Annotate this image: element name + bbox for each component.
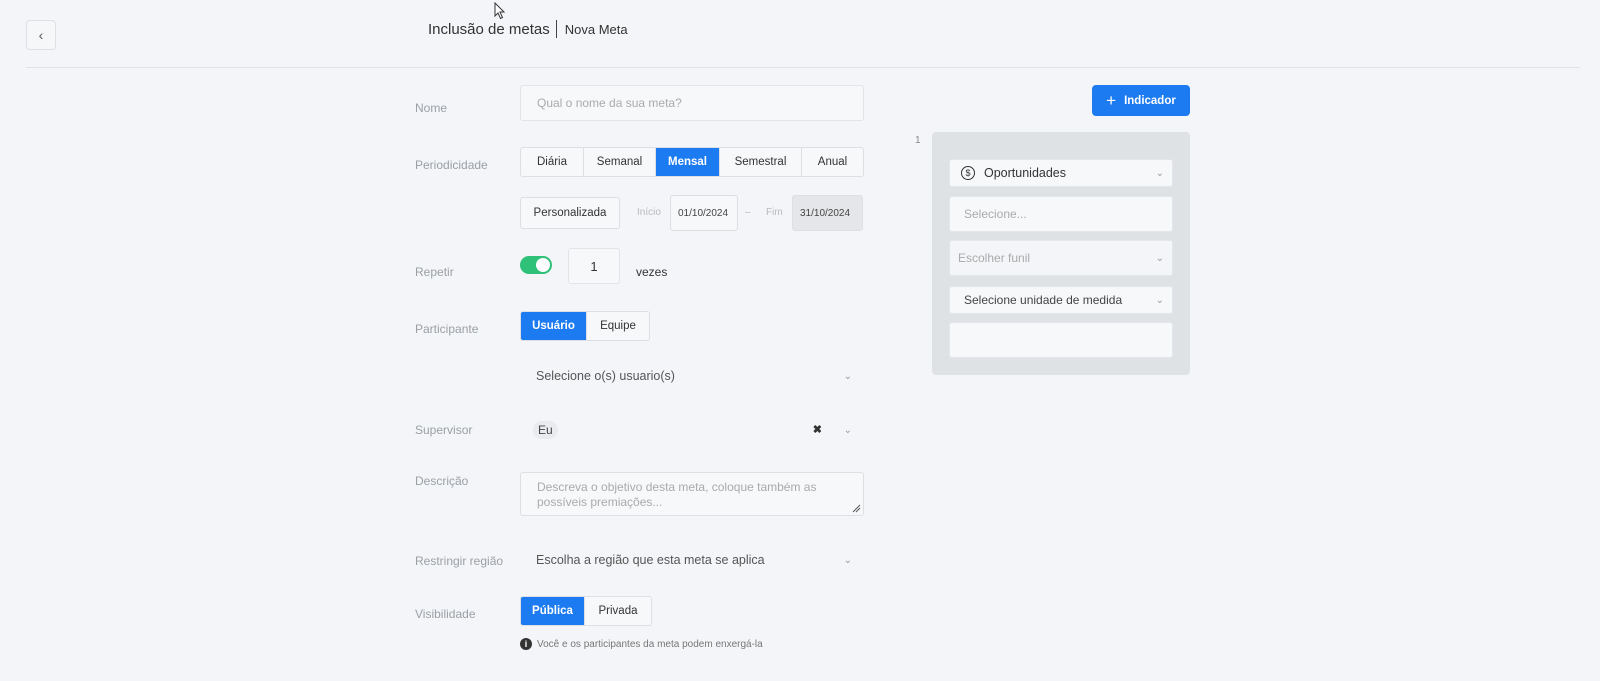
visibilidade-label: Visibilidade (415, 607, 476, 621)
regiao-select[interactable]: Escolha a região que esta meta se aplica… (520, 542, 864, 578)
chevron-down-icon: ⌄ (1155, 294, 1164, 306)
visibilidade-hint: i Você e os participantes da meta podem … (520, 638, 763, 650)
participante-selector: Usuário Equipe (520, 311, 650, 341)
visibilidade-selector: Pública Privada (520, 596, 652, 626)
back-button[interactable]: ‹ (26, 20, 56, 50)
info-icon: i (520, 638, 532, 650)
usuarios-select[interactable]: Selecione o(s) usuario(s) ⌄ (520, 358, 864, 394)
breadcrumb: Inclusão de metas Nova Meta (428, 20, 628, 38)
periodicidade-selector: Diária Semanal Mensal Semestral Anual (520, 147, 864, 177)
indicator-panel: $ Oportunidades ⌄ Selecione... Escolher … (932, 132, 1190, 375)
chevron-down-icon: ⌄ (1155, 252, 1164, 264)
repetir-label: Repetir (415, 265, 454, 279)
usuarios-select-placeholder: Selecione o(s) usuario(s) (536, 369, 675, 383)
regiao-label: Restringir região (415, 554, 504, 568)
page-subtitle: Nova Meta (564, 21, 628, 37)
start-date-input[interactable]: 01/10/2024 (670, 195, 738, 231)
supervisor-label: Supervisor (415, 423, 473, 437)
indicator-type-select[interactable]: $ Oportunidades ⌄ (949, 159, 1173, 187)
personalizada-button[interactable]: Personalizada (520, 197, 620, 229)
period-option-diaria[interactable]: Diária (521, 148, 584, 176)
breadcrumb-separator (555, 20, 557, 38)
chevron-down-icon: ⌄ (1155, 167, 1164, 179)
add-indicator-button[interactable]: + Indicador (1092, 85, 1190, 116)
unit-select[interactable]: Selecione unidade de medida ⌄ (949, 286, 1173, 314)
mouse-cursor-icon (494, 2, 506, 20)
indicator-index: 1 (915, 135, 921, 146)
chevron-down-icon: ⌄ (843, 370, 852, 382)
period-option-anual[interactable]: Anual (802, 148, 863, 176)
clear-icon[interactable]: ✖ (813, 423, 822, 436)
period-option-semestral[interactable]: Semestral (720, 148, 802, 176)
unit-select-placeholder: Selecione unidade de medida (964, 293, 1123, 307)
plus-icon: + (1106, 90, 1117, 110)
regiao-select-placeholder: Escolha a região que esta meta se aplica (536, 553, 765, 567)
supervisor-chip: Eu (533, 421, 558, 439)
funnel-select-placeholder: Escolher funil (958, 251, 1031, 265)
indicator-select-placeholder: Selecione... (964, 207, 1027, 221)
end-date-label: Fim (766, 207, 783, 218)
descricao-placeholder: Descreva o objetivo desta meta, coloque … (537, 480, 817, 509)
dollar-icon: $ (961, 166, 975, 180)
nome-placeholder: Qual o nome da sua meta? (537, 96, 682, 110)
visibilidade-option-publica[interactable]: Pública (521, 597, 585, 625)
participante-label: Participante (415, 322, 479, 336)
resize-handle-icon[interactable] (852, 504, 861, 513)
period-option-mensal[interactable]: Mensal (656, 148, 720, 176)
chevron-down-icon: ⌄ (843, 554, 852, 566)
indicator-type-value: Oportunidades (984, 166, 1067, 180)
page-title: Inclusão de metas (428, 20, 550, 38)
end-date-input[interactable]: 31/10/2024 (792, 195, 863, 231)
period-option-semanal[interactable]: Semanal (584, 148, 656, 176)
chevron-down-icon: ⌄ (843, 424, 852, 436)
descricao-label: Descrição (415, 474, 469, 488)
periodicidade-label: Periodicidade (415, 158, 488, 172)
descricao-textarea[interactable]: Descreva o objetivo desta meta, coloque … (520, 472, 864, 516)
nome-input[interactable]: Qual o nome da sua meta? (520, 85, 864, 121)
toggle-knob (536, 258, 550, 272)
indicator-select-input[interactable]: Selecione... (949, 196, 1173, 232)
indicator-value-input[interactable] (949, 322, 1173, 358)
nome-label: Nome (415, 101, 448, 115)
chevron-left-icon: ‹ (38, 27, 44, 43)
start-date-label: Início (637, 207, 661, 218)
participante-option-equipe[interactable]: Equipe (587, 312, 649, 340)
visibilidade-option-privada[interactable]: Privada (585, 597, 651, 625)
date-range-dash: – (745, 207, 751, 218)
funnel-select[interactable]: Escolher funil ⌄ (949, 240, 1173, 276)
repetir-count-input[interactable]: 1 (568, 248, 620, 284)
repetir-unit: vezes (636, 265, 668, 279)
participante-option-usuario[interactable]: Usuário (521, 312, 587, 340)
supervisor-select[interactable]: Eu ✖ ⌄ (520, 412, 864, 448)
visibilidade-hint-text: Você e os participantes da meta podem en… (537, 638, 763, 650)
repetir-toggle[interactable] (520, 256, 552, 274)
add-indicator-label: Indicador (1124, 94, 1176, 107)
header-divider (26, 67, 1580, 68)
